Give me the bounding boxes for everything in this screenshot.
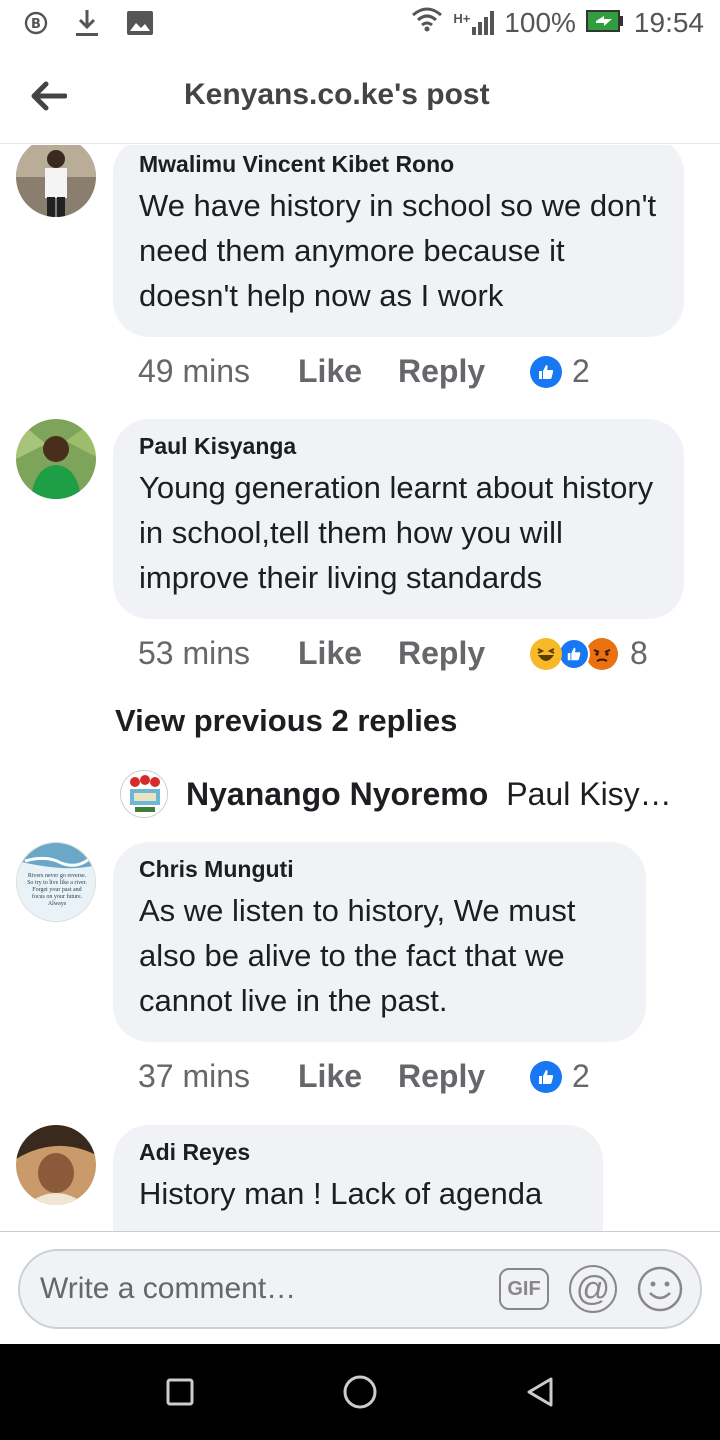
comment-composer[interactable]: GIF @ [18,1249,702,1329]
system-nav-bar [0,1344,720,1440]
like-button[interactable]: Like [298,1058,398,1095]
comment-time[interactable]: 53 mins [138,635,298,672]
gif-icon: GIF [499,1268,549,1310]
comment-author[interactable]: Paul Kisyanga [139,431,658,461]
gif-label: GIF [507,1277,541,1300]
mention-label: @ [575,1270,611,1308]
comment-actions: 53 mins Like Reply 8 [138,635,648,672]
comment-bubble[interactable]: Chris Munguti As we listen to history, W… [113,842,646,1042]
angry-reaction-icon [586,637,618,670]
network-type: H+ [453,10,471,26]
reactions-summary[interactable]: 8 [530,635,648,672]
wifi-icon [411,6,443,39]
like-reaction-icon [558,637,590,670]
comments-list[interactable]: Mwalimu Vincent Kibet Rono We have histo… [0,145,720,1231]
status-bar: B H+ 100% 19:54 [0,0,720,48]
clock: 19:54 [633,6,704,38]
comment-bubble[interactable]: Mwalimu Vincent Kibet Rono We have histo… [113,145,684,337]
haha-reaction-icon [530,637,562,670]
comment-text: History man ! Lack of agenda [139,1176,543,1211]
reaction-count: 2 [572,1058,590,1094]
avatar-quote-text: Rivers never go reverse. So try to live … [27,873,87,907]
back-triangle-icon [527,1377,553,1407]
like-button[interactable]: Like [298,353,398,390]
comment-author[interactable]: Chris Munguti [139,854,620,884]
screen: B H+ 100% 19:54 Kenyans.co.ke's post Mwa… [0,0,720,1440]
like-reaction-icon [530,1060,562,1093]
home-icon [343,1375,377,1409]
bitcoin-icon: B [24,11,48,40]
comment-time[interactable]: 49 mins [138,353,298,390]
reaction-count: 2 [572,353,590,389]
download-icon [74,8,100,43]
battery-icon [585,7,624,39]
view-previous-replies-link[interactable]: View previous 2 replies [115,703,457,739]
reply-preview-text: Paul Kisyanga [506,775,676,812]
avatar[interactable] [120,770,168,818]
reply-button[interactable]: Reply [398,353,506,390]
avatar[interactable]: Rivers never go reverse. So try to live … [16,842,96,922]
recents-button[interactable] [160,1372,200,1412]
reaction-count: 8 [630,635,648,671]
back-button[interactable] [26,74,70,118]
reactions-summary[interactable]: 2 [530,353,590,390]
comment-time[interactable]: 37 mins [138,1058,298,1095]
gif-button[interactable]: GIF [498,1265,550,1313]
post-header: Kenyans.co.ke's post [0,52,720,144]
reply-button[interactable]: Reply [398,635,506,672]
avatar[interactable] [16,145,96,217]
svg-text:B: B [31,17,41,32]
reply-button[interactable]: Reply [398,1058,506,1095]
mention-icon: @ [569,1265,617,1313]
comment-bubble[interactable]: Paul Kisyanga Young generation learnt ab… [113,419,684,619]
comment-actions: 49 mins Like Reply 2 [138,353,590,390]
reply-author[interactable]: Nyanango Nyoremo [186,776,488,813]
mention-button[interactable]: @ [567,1265,619,1313]
image-icon [126,10,154,41]
back-nav-button[interactable] [520,1372,560,1412]
comment-text: We have history in school so we don't ne… [139,188,657,313]
comment-author[interactable]: Adi Reyes [139,1137,577,1167]
comment-input[interactable] [40,1269,480,1309]
emoji-icon [637,1266,683,1312]
comment-actions: 37 mins Like Reply 2 [138,1058,590,1095]
recents-icon [166,1378,194,1406]
page-title: Kenyans.co.ke's post [184,78,490,111]
reactions-summary[interactable]: 2 [530,1058,590,1095]
like-button[interactable]: Like [298,635,398,672]
reply-preview-row[interactable]: Nyanango Nyoremo Paul Kisyanga [120,770,680,818]
avatar[interactable] [16,1125,96,1205]
battery-percent: 100% [504,6,576,38]
comment-author[interactable]: Mwalimu Vincent Kibet Rono [139,149,658,179]
comment-bubble[interactable]: Adi Reyes History man ! Lack of agenda [113,1125,603,1231]
comment-composer-bar: GIF @ [0,1231,720,1344]
avatar[interactable] [16,419,96,499]
home-button[interactable] [340,1372,380,1412]
like-reaction-icon [530,355,562,388]
comment-text: Young generation learnt about history in… [139,470,654,595]
back-arrow-icon [31,81,67,111]
emoji-button[interactable] [634,1265,686,1313]
signal-icon: H+ [453,10,495,35]
comment-text: As we listen to history, We must also be… [139,893,576,1018]
